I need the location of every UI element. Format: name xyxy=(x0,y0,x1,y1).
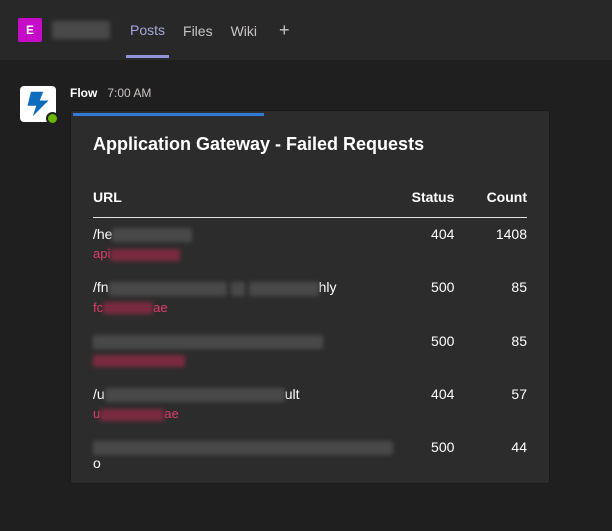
presence-available-icon xyxy=(46,112,59,125)
table-row: /fnhly 500 85 xyxy=(93,271,527,297)
message-timestamp: 7:00 AM xyxy=(107,86,151,100)
table-row: /uult 404 57 xyxy=(93,378,527,404)
table-row-host: uae xyxy=(93,404,527,431)
table-row: 500 85 xyxy=(93,325,527,351)
failed-requests-table: URL Status Count /he 404 1408 xyxy=(93,189,527,473)
table-row: o 500 44 xyxy=(93,431,527,473)
col-count: Count xyxy=(460,189,527,218)
card-title: Application Gateway - Failed Requests xyxy=(93,134,527,155)
tab-files[interactable]: Files xyxy=(179,4,217,56)
add-tab-button[interactable]: + xyxy=(271,20,298,41)
tab-wiki[interactable]: Wiki xyxy=(227,4,261,56)
sender-avatar[interactable] xyxy=(20,86,56,122)
team-name-redacted xyxy=(52,21,110,39)
channel-header: E Posts Files Wiki + xyxy=(0,0,612,60)
table-row: /he 404 1408 xyxy=(93,218,527,244)
table-row-host: api xyxy=(93,244,527,271)
col-status: Status xyxy=(393,189,460,218)
sender-name[interactable]: Flow xyxy=(70,86,97,100)
message-meta: Flow 7:00 AM xyxy=(70,86,594,100)
adaptive-card: Application Gateway - Failed Requests UR… xyxy=(70,110,550,484)
col-url: URL xyxy=(93,189,393,218)
table-row-host xyxy=(93,351,527,378)
table-row-host: fcae xyxy=(93,298,527,325)
tab-posts[interactable]: Posts xyxy=(126,3,169,58)
team-avatar[interactable]: E xyxy=(18,18,42,42)
